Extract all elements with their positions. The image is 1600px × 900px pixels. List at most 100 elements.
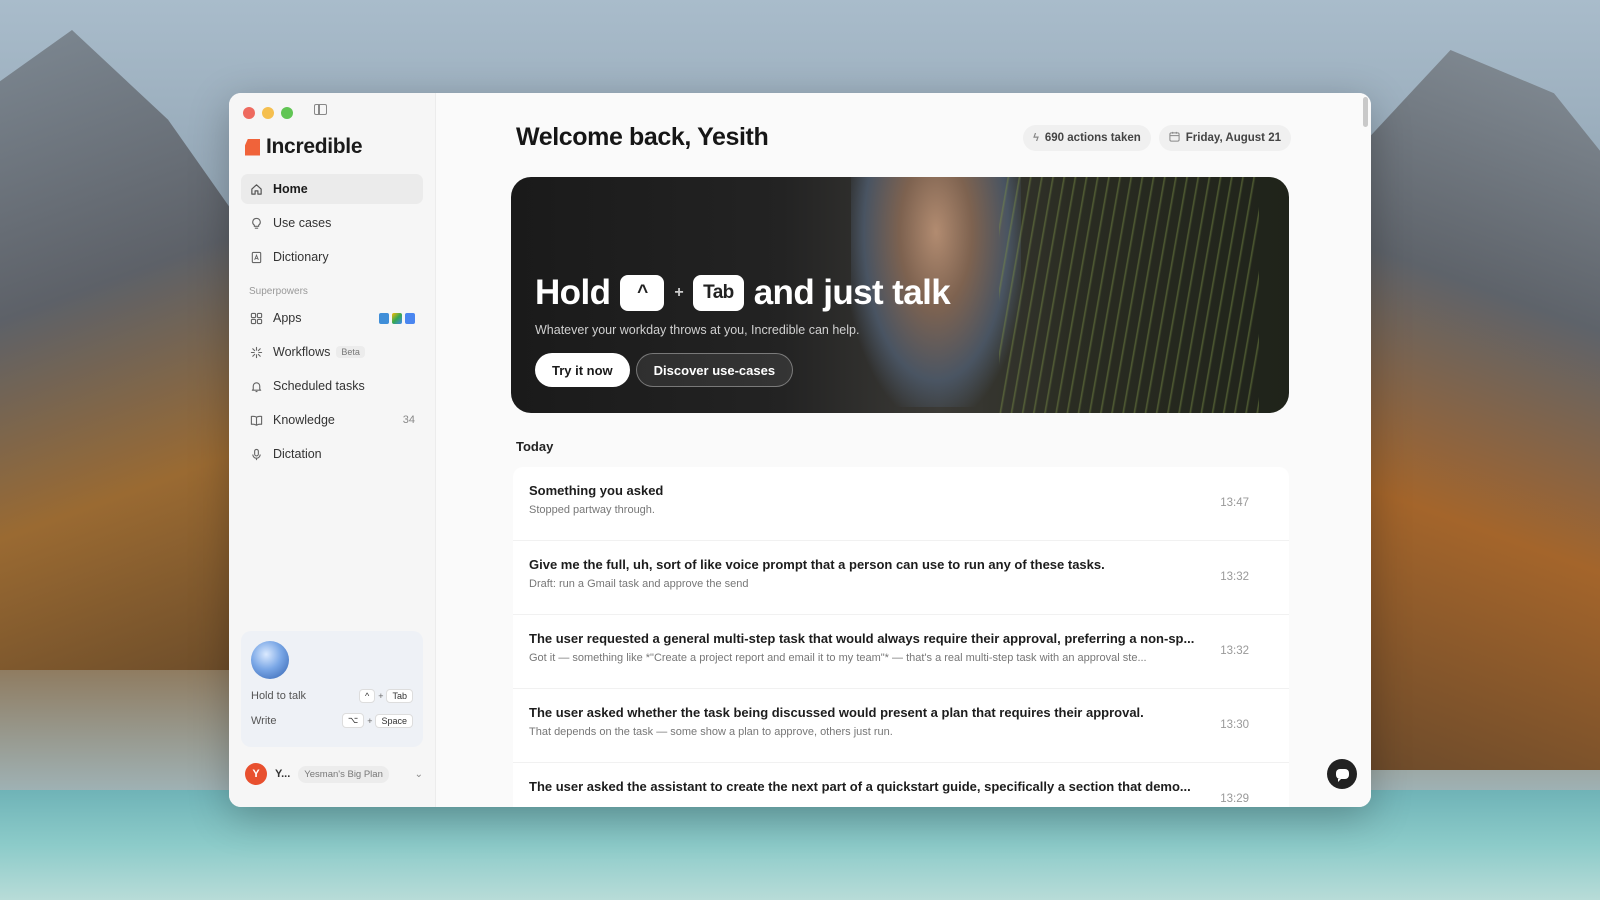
list-item-time: 13:32 [1220, 571, 1249, 583]
sidebar-item-label: Dictionary [273, 250, 329, 264]
knowledge-count: 34 [402, 414, 415, 426]
sidebar-section-label: Superpowers [249, 286, 308, 297]
window-controls [243, 107, 293, 119]
sidebar-item-home[interactable]: Home [241, 174, 423, 204]
hold-to-talk-label: Hold to talk [251, 690, 307, 702]
sidebar-item-label: Dictation [273, 447, 322, 461]
list-item-time: 13:32 [1220, 645, 1249, 657]
sidebar-item-label: Use cases [273, 216, 332, 230]
microphone-icon [249, 447, 263, 461]
header-chips: ϟ 690 actions taken Friday, August 21 [1023, 125, 1291, 151]
actions-taken-label: 690 actions taken [1044, 132, 1141, 144]
hero-control-key: ^ [620, 275, 665, 311]
hero-title-start: Hold [535, 273, 611, 312]
scrollbar[interactable] [1363, 97, 1368, 127]
talk-shortcuts-card: Hold to talk ^ + Tab Write ⌥ + Space [241, 631, 423, 747]
list-item[interactable]: The user asked whether the task being di… [513, 689, 1289, 763]
app-window: Incredible Home Use cases Dictionary Sup… [229, 93, 1371, 807]
sidebar-toggle-icon[interactable] [314, 104, 327, 115]
user-account-menu[interactable]: Y Y... Yesman's Big Plan ⌄ [245, 763, 423, 785]
open-book-icon [249, 413, 263, 427]
list-item-title: The user asked the assistant to create t… [529, 779, 1191, 794]
google-drive-app-icon [392, 312, 402, 324]
space-key: Space [375, 713, 413, 728]
lightbulb-icon [249, 216, 263, 230]
chat-support-button[interactable] [1327, 759, 1357, 789]
hero-photo-plant [999, 177, 1259, 413]
sidebar-item-knowledge[interactable]: Knowledge 34 [241, 405, 423, 435]
book-icon [249, 250, 263, 264]
list-item-time: 13:47 [1220, 497, 1249, 509]
control-key: ^ [358, 689, 376, 703]
list-item-title: The user asked whether the task being di… [529, 705, 1144, 720]
hero-subtitle: Whatever your workday throws at you, Inc… [535, 323, 860, 337]
today-activity-list: Something you asked Stopped partway thro… [513, 467, 1289, 807]
sidebar-item-label: Workflows [273, 345, 331, 359]
hero-title-end: and just talk [753, 273, 951, 312]
lightning-icon: ϟ [1033, 132, 1039, 144]
sparkle-icon [249, 345, 263, 359]
hero-actions: Try it now Discover use-cases [535, 353, 794, 387]
sidebar-item-dictionary[interactable]: Dictionary [241, 242, 423, 272]
brand: Incredible [245, 135, 363, 159]
list-item-title: Something you asked [529, 483, 664, 498]
list-item-subtitle: That depends on the task — some show a p… [529, 726, 893, 738]
calendar-icon [1169, 131, 1180, 145]
minimize-window-button[interactable] [262, 107, 274, 119]
write-shortcut: ⌥ + Space [341, 713, 413, 728]
voice-orb-icon[interactable] [251, 641, 289, 679]
sidebar-item-label: Apps [273, 311, 302, 325]
chevron-down-icon[interactable]: ⌄ [415, 769, 423, 780]
tab-key: Tab [386, 689, 413, 703]
hero-plus-sign: + [674, 284, 684, 301]
write-label: Write [251, 714, 277, 727]
today-section-title: Today [516, 439, 554, 454]
grid-icon [249, 311, 263, 325]
list-item[interactable]: Something you asked Stopped partway thro… [513, 467, 1289, 541]
list-item-time: 13:30 [1220, 719, 1249, 731]
desktop-wallpaper-right [1370, 50, 1600, 770]
bell-icon [249, 379, 263, 393]
user-name: Y... [275, 768, 291, 780]
list-item-subtitle: Draft: run a Gmail task and approve the … [529, 578, 749, 590]
sidebar-item-scheduled-tasks[interactable]: Scheduled tasks [241, 371, 423, 401]
avatar: Y [245, 763, 267, 785]
list-item[interactable]: The user requested a general multi-step … [513, 615, 1289, 689]
main-content: Welcome back, Yesith ϟ 690 actions taken… [436, 93, 1371, 807]
list-item-subtitle: Stopped partway through. [529, 504, 655, 516]
try-it-now-button[interactable]: Try it now [535, 353, 630, 387]
google-docs-app-icon [405, 312, 415, 324]
write-row: Write ⌥ + Space [251, 713, 413, 728]
hero-title: Hold ^ + Tab and just talk [535, 273, 951, 313]
sidebar-item-label: Knowledge [273, 413, 335, 427]
hold-to-talk-shortcut: ^ + Tab [358, 689, 413, 703]
beta-badge: Beta [336, 346, 365, 358]
list-item-title: Give me the full, uh, sort of like voice… [529, 557, 1105, 572]
hero-tab-key: Tab [693, 275, 744, 311]
list-item-title: The user requested a general multi-step … [529, 631, 1195, 646]
plan-badge: Yesman's Big Plan [298, 765, 389, 783]
plus-sign: + [378, 691, 384, 701]
hold-to-talk-row: Hold to talk ^ + Tab [251, 689, 413, 703]
discover-use-cases-button[interactable]: Discover use-cases [635, 353, 794, 387]
incredible-logo-icon [245, 138, 260, 156]
hero-banner: Hold ^ + Tab and just talk Whatever your… [511, 177, 1289, 413]
page-title: Welcome back, Yesith [516, 123, 769, 151]
home-icon [249, 182, 263, 196]
list-item-subtitle: Got it — something like *"Create a proje… [529, 652, 1147, 664]
desktop-wallpaper-left [0, 30, 240, 670]
sidebar-item-use-cases[interactable]: Use cases [241, 208, 423, 238]
list-item[interactable]: Give me the full, uh, sort of like voice… [513, 541, 1289, 615]
sidebar-nav: Home Use cases Dictionary Superpowers Ap… [241, 174, 423, 473]
maximize-window-button[interactable] [281, 107, 293, 119]
close-window-button[interactable] [243, 107, 255, 119]
list-item-time: 13:29 [1220, 793, 1249, 805]
actions-taken-chip: ϟ 690 actions taken [1023, 125, 1151, 151]
sidebar-item-label: Scheduled tasks [273, 379, 365, 393]
list-item[interactable]: The user asked the assistant to create t… [513, 763, 1289, 807]
sidebar-item-dictation[interactable]: Dictation [241, 439, 423, 469]
sidebar-item-apps[interactable]: Apps [241, 303, 423, 333]
date-chip: Friday, August 21 [1158, 125, 1291, 151]
option-key: ⌥ [341, 713, 365, 728]
sidebar-item-workflows[interactable]: Workflows Beta [241, 337, 423, 367]
